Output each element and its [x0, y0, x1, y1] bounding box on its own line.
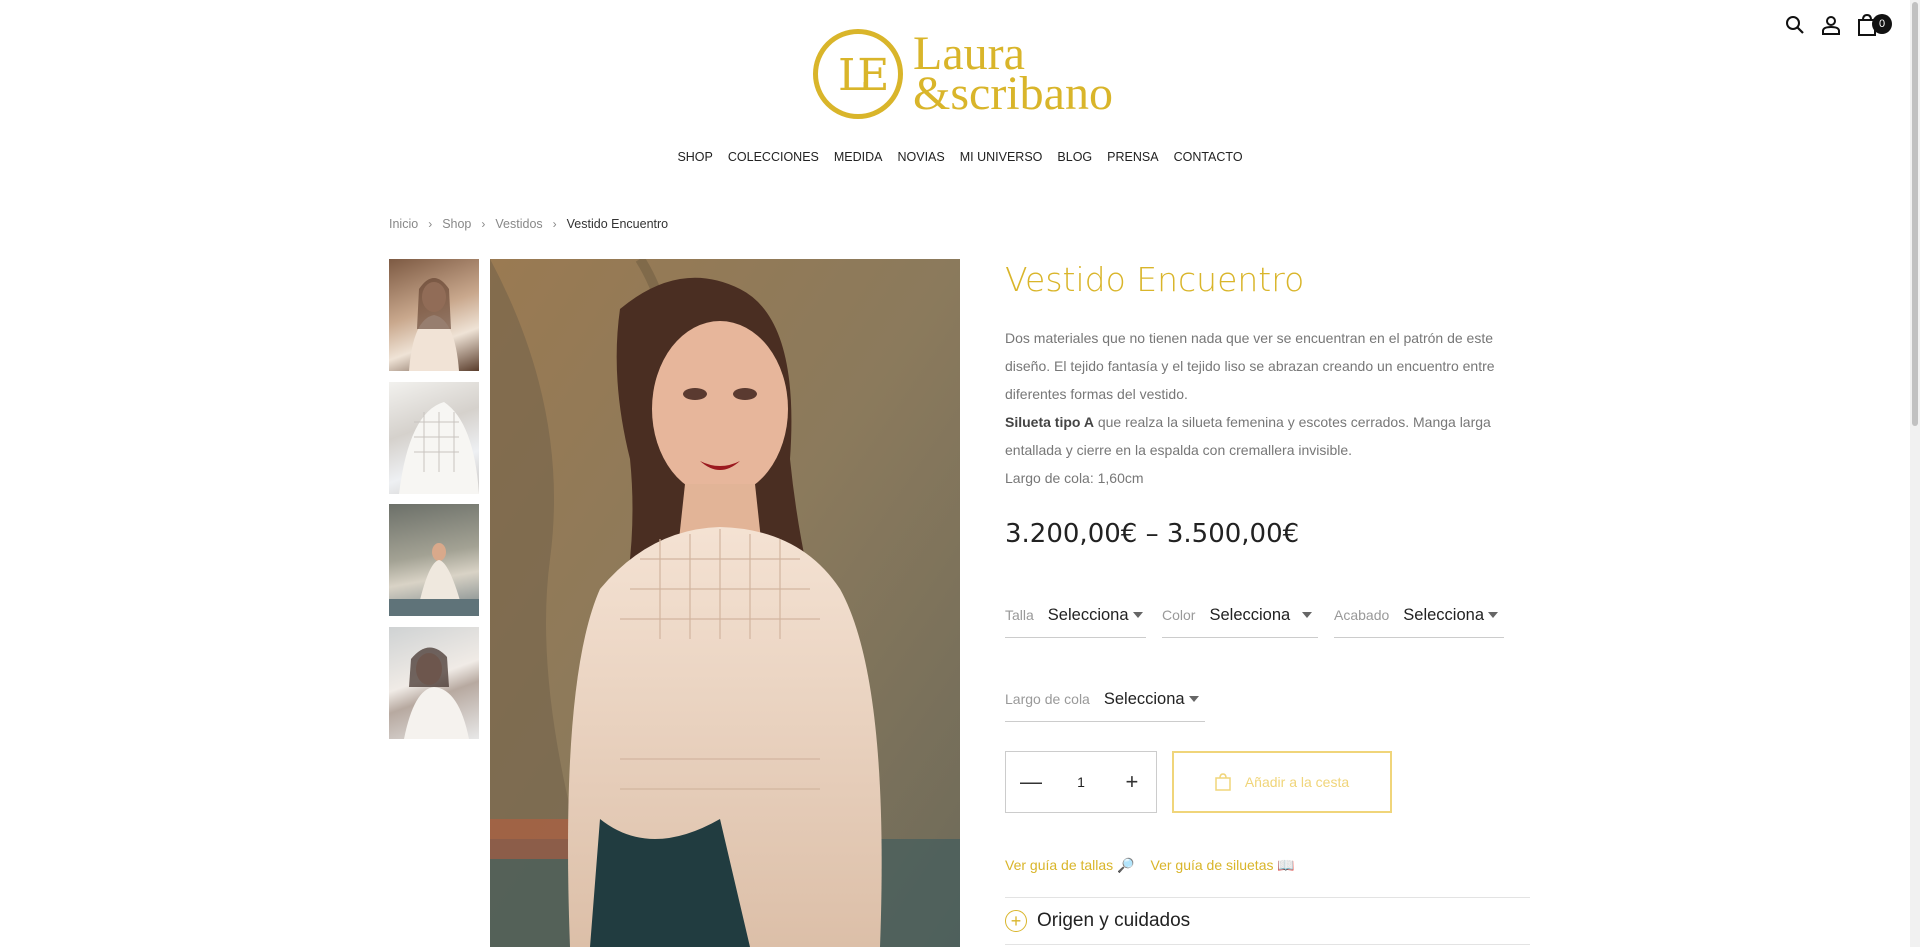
variation-talla[interactable]: Talla Selecciona: [1005, 593, 1146, 638]
nav-mi-universo[interactable]: MI UNIVERSO: [960, 150, 1043, 164]
product-price: 3.200,00€ – 3.500,00€: [1005, 519, 1300, 549]
chevron-down-icon: [1302, 612, 1313, 618]
nav-medida[interactable]: MEDIDA: [834, 150, 883, 164]
add-to-cart-button[interactable]: Añadir a la cesta: [1172, 751, 1392, 813]
brand-logo[interactable]: LE Laura &scribano: [813, 26, 1113, 122]
product-description: Dos materiales que no tienen nada que ve…: [1005, 324, 1525, 492]
accordion-label: Origen y cuidados: [1037, 910, 1191, 931]
accordion-origen-y-cuidados[interactable]: + Origen y cuidados: [1005, 897, 1530, 945]
main-nav: SHOP COLECCIONES MEDIDA NOVIAS MI UNIVER…: [0, 150, 1920, 164]
silhouette-guide-link[interactable]: Ver guía de siluetas 📖: [1151, 857, 1295, 874]
silhouette-label: Silueta tipo A: [1005, 414, 1094, 430]
breadcrumb-separator: ›: [481, 217, 486, 231]
variation-color[interactable]: Color Selecciona: [1162, 593, 1318, 638]
product-title: Vestido Encuentro: [1005, 260, 1305, 299]
variation-talla-value: Selecciona: [1047, 605, 1129, 624]
variation-color-select[interactable]: Selecciona: [1209, 605, 1313, 625]
logo-text: Laura &scribano: [913, 30, 1113, 120]
variation-largo-de-cola-value: Selecciona: [1103, 689, 1185, 708]
quantity-input[interactable]: 1: [1077, 774, 1085, 790]
user-icon[interactable]: [1820, 14, 1842, 36]
quantity-increase-button[interactable]: +: [1122, 769, 1142, 795]
product-thumbnail-4[interactable]: [389, 627, 479, 739]
variation-largo-de-cola[interactable]: Largo de cola Selecciona: [1005, 677, 1205, 722]
nav-blog[interactable]: BLOG: [1057, 150, 1092, 164]
guide-links: Ver guía de tallas 🔎 Ver guía de silueta…: [1005, 857, 1295, 874]
breadcrumb-vestidos[interactable]: Vestidos: [495, 217, 542, 231]
variation-talla-select[interactable]: Selecciona: [1048, 606, 1143, 625]
chevron-down-icon: [1188, 696, 1199, 702]
chevron-down-icon: [1488, 612, 1499, 618]
variation-largo-de-cola-select[interactable]: Selecciona: [1104, 690, 1199, 709]
variation-largo-de-cola-label: Largo de cola: [1005, 691, 1090, 707]
breadcrumb: Inicio › Shop › Vestidos › Vestido Encue…: [389, 217, 668, 231]
variation-acabado-value: Selecciona: [1403, 605, 1485, 624]
variation-color-label: Color: [1162, 607, 1196, 623]
product-thumbnail-1[interactable]: [389, 259, 479, 371]
bag-icon: [1215, 773, 1231, 791]
cart-count-badge: 0: [1872, 14, 1892, 34]
chevron-down-icon: [1132, 612, 1143, 618]
nav-prensa[interactable]: PRENSA: [1107, 150, 1158, 164]
variation-talla-label: Talla: [1005, 607, 1034, 623]
size-guide-link[interactable]: Ver guía de tallas 🔎: [1005, 857, 1135, 874]
breadcrumb-inicio[interactable]: Inicio: [389, 217, 418, 231]
variation-color-value: Selecciona: [1209, 605, 1291, 624]
search-icon[interactable]: [1784, 14, 1806, 36]
scrollbar-thumb[interactable]: [1912, 2, 1918, 426]
header-icons: 0: [1784, 14, 1892, 36]
variation-acabado-select[interactable]: Selecciona: [1403, 605, 1499, 625]
add-to-cart-label: Añadir a la cesta: [1244, 774, 1350, 790]
variation-acabado-label: Acabado: [1334, 607, 1390, 623]
logo-line-2: &scribano: [913, 67, 1113, 120]
breadcrumb-shop[interactable]: Shop: [442, 217, 471, 231]
description-paragraph-2: Silueta tipo A que realza la silueta fem…: [1005, 408, 1525, 464]
variation-acabado[interactable]: Acabado Selecciona: [1334, 593, 1504, 638]
nav-shop[interactable]: SHOP: [677, 150, 712, 164]
nav-novias[interactable]: NOVIAS: [898, 150, 945, 164]
breadcrumb-separator: ›: [428, 217, 433, 231]
nav-colecciones[interactable]: COLECCIONES: [728, 150, 819, 164]
quantity-decrease-button[interactable]: —: [1020, 769, 1042, 795]
breadcrumb-separator: ›: [552, 217, 557, 231]
logo-mark: LE: [813, 29, 903, 119]
plus-circle-icon: +: [1005, 910, 1027, 932]
breadcrumb-current: Vestido Encuentro: [566, 217, 669, 231]
description-paragraph-1: Dos materiales que no tienen nada que ve…: [1005, 330, 1495, 402]
product-main-image[interactable]: [490, 259, 960, 947]
logo-monogram: LE: [838, 50, 889, 101]
quantity-stepper: — 1 +: [1005, 751, 1157, 813]
product-thumbnail-3[interactable]: [389, 504, 479, 616]
product-thumbnail-2[interactable]: [389, 382, 479, 494]
cart-button[interactable]: 0: [1856, 14, 1892, 36]
page-scrollbar[interactable]: [1910, 0, 1920, 947]
nav-contacto[interactable]: CONTACTO: [1174, 150, 1243, 164]
description-paragraph-3: Largo de cola: 1,60cm: [1005, 470, 1144, 486]
